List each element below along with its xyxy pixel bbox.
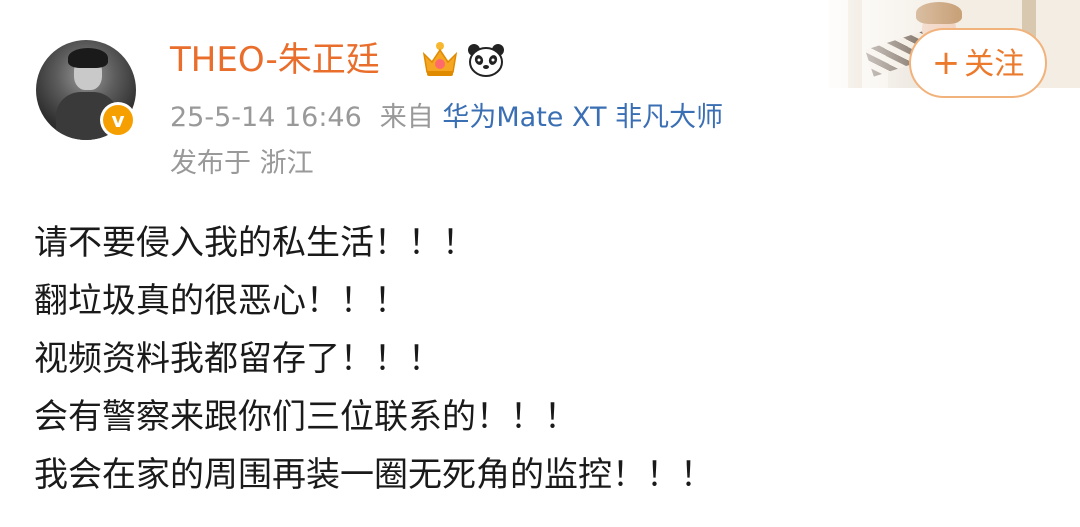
post-location: 发布于 浙江	[170, 148, 314, 179]
weibo-post-card: v THEO-朱正廷 25-5-14 16:46 来自 华为Mate XT 非凡大…	[0, 0, 1080, 527]
username-link[interactable]: THEO-朱正廷	[170, 38, 380, 82]
content-line: 请不要侵入我的私生活！！！	[34, 223, 476, 263]
avatar-hair-shape	[68, 48, 108, 68]
follow-button[interactable]: + 关注	[909, 28, 1047, 98]
post-timestamp: 25-5-14 16:46	[170, 102, 362, 133]
crown-icon	[422, 42, 458, 76]
verified-v-icon: v	[100, 102, 136, 138]
plus-icon: +	[931, 43, 961, 83]
verified-v-glyph: v	[103, 105, 133, 135]
content-line: 我会在家的周围再装一圈无死角的监控！！！	[34, 455, 714, 495]
device-source-link[interactable]: 华为Mate XT 非凡大师	[442, 102, 723, 133]
post-meta: 25-5-14 16:46 来自 华为Mate XT 非凡大师	[170, 98, 723, 138]
source-prefix: 来自	[379, 102, 434, 133]
follow-label: 关注	[964, 47, 1025, 82]
content-line: 会有警察来跟你们三位联系的！！！	[34, 397, 578, 437]
post-content: 请不要侵入我的私生活！！！ 翻垃圾真的很恶心！！！ 视频资料我都留存了！！！ 会…	[34, 214, 1054, 504]
content-line: 翻垃圾真的很恶心！！！	[34, 281, 408, 321]
panda-icon	[468, 44, 504, 77]
content-line: 视频资料我都留存了！！！	[34, 339, 442, 379]
